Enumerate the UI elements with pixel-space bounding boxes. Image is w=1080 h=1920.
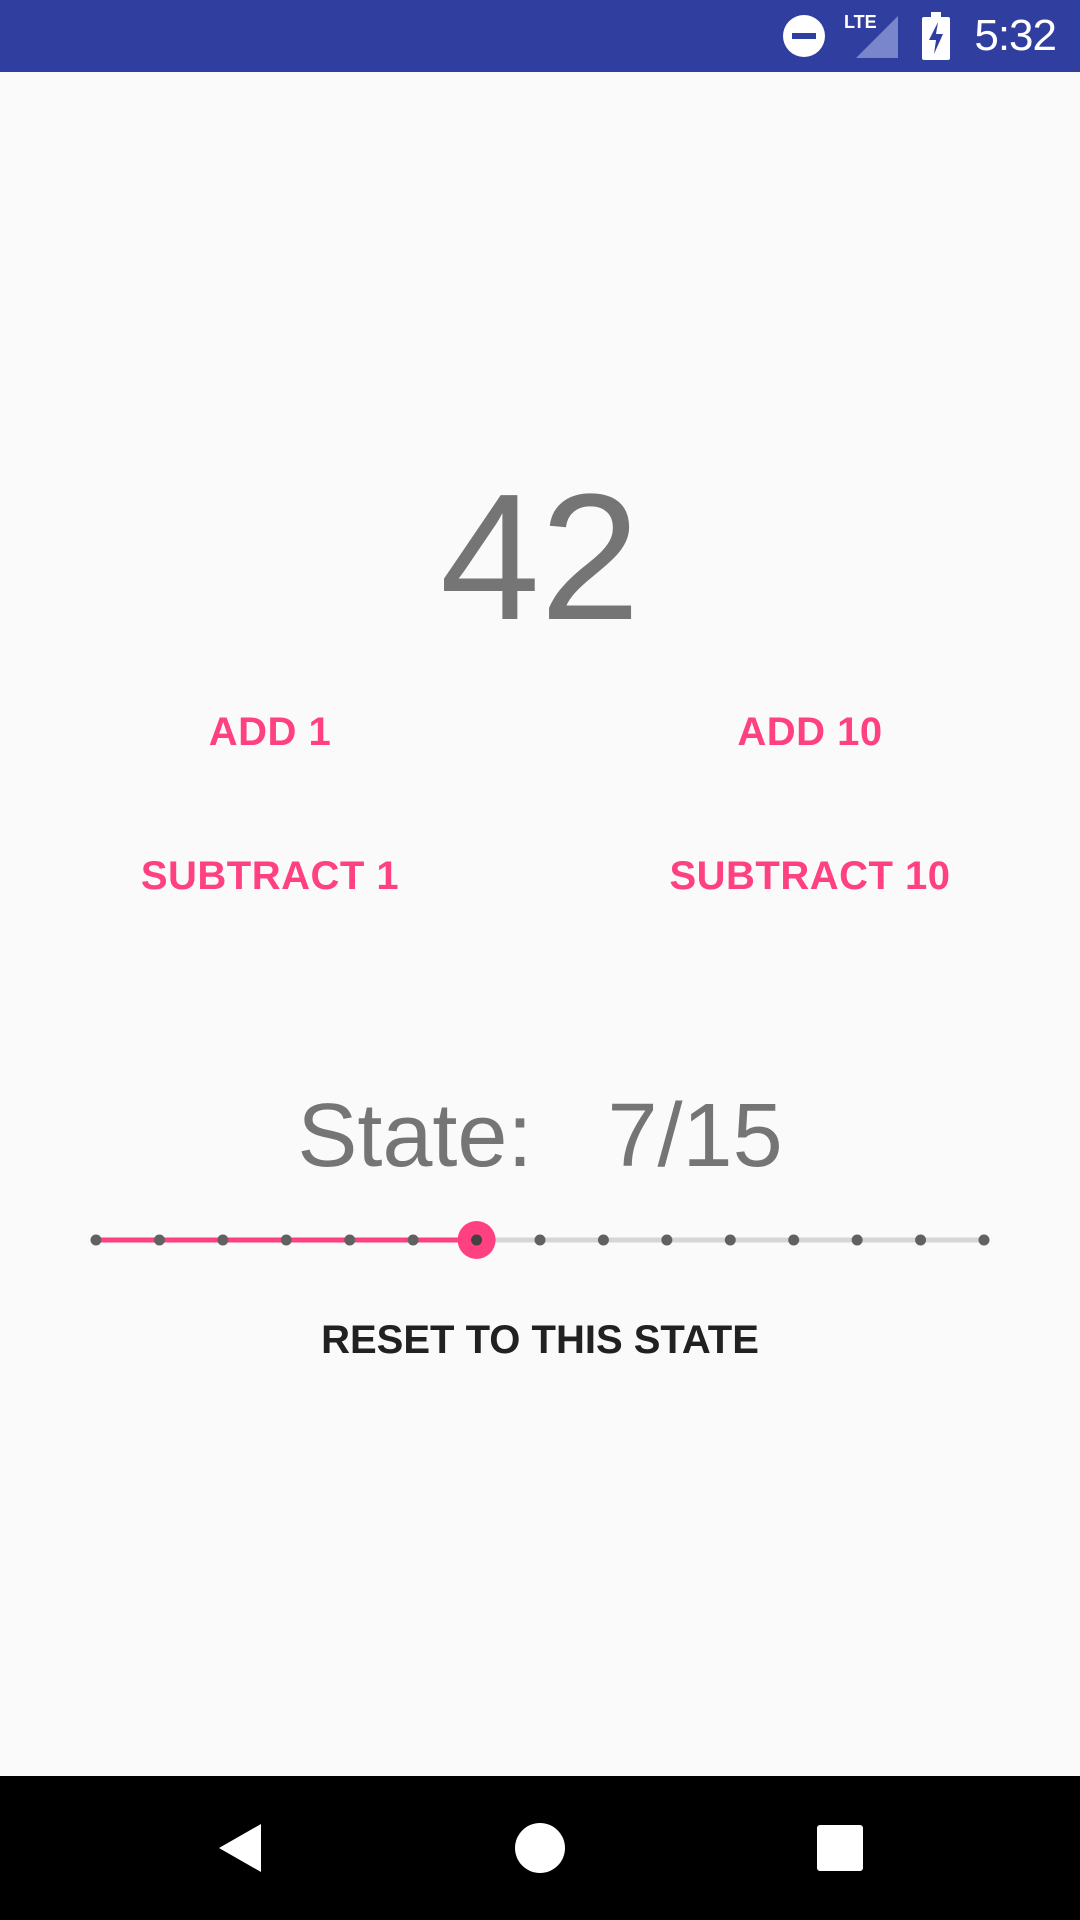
- add-10-button[interactable]: ADD 10: [540, 704, 1080, 760]
- back-button[interactable]: [160, 1776, 320, 1920]
- slider-tick: [851, 1234, 863, 1246]
- status-time: 5:32: [974, 11, 1057, 60]
- slider-tick: [978, 1234, 990, 1246]
- navigation-bar: [0, 1776, 1080, 1920]
- slider-thumb-tick: [471, 1234, 483, 1246]
- network-type-label: LTE: [844, 12, 877, 32]
- home-icon: [515, 1823, 565, 1873]
- state-slider-track[interactable]: [80, 1215, 1000, 1265]
- do-not-disturb-icon: [782, 14, 826, 63]
- slider-tick: [90, 1234, 102, 1246]
- status-bar: LTE 5:32: [0, 0, 1080, 72]
- slider-tick: [724, 1234, 736, 1246]
- state-slider[interactable]: [80, 1215, 1000, 1265]
- slider-tick: [915, 1234, 927, 1246]
- slider-tick: [407, 1234, 419, 1246]
- add-1-button[interactable]: ADD 1: [0, 704, 540, 760]
- slider-tick: [153, 1234, 165, 1246]
- slider-tick: [597, 1234, 609, 1246]
- back-icon: [219, 1824, 261, 1872]
- slider-tick: [217, 1234, 229, 1246]
- slider-tick: [534, 1234, 546, 1246]
- slider-tick: [344, 1234, 356, 1246]
- battery-charging-icon: [922, 12, 950, 65]
- state-label: State: 7/15: [297, 1086, 783, 1186]
- signal-icon: LTE: [844, 12, 900, 65]
- slider-tick: [788, 1234, 800, 1246]
- counter-value: 42: [439, 457, 641, 658]
- recents-icon: [817, 1825, 863, 1871]
- reset-to-state-button[interactable]: RESET TO THIS STATE: [0, 1312, 1080, 1368]
- slider-tick: [280, 1234, 292, 1246]
- slider-tick: [661, 1234, 673, 1246]
- home-button[interactable]: [460, 1776, 620, 1920]
- subtract-10-button[interactable]: SUBTRACT 10: [540, 848, 1080, 904]
- subtract-1-button[interactable]: SUBTRACT 1: [0, 848, 540, 904]
- recents-button[interactable]: [760, 1776, 920, 1920]
